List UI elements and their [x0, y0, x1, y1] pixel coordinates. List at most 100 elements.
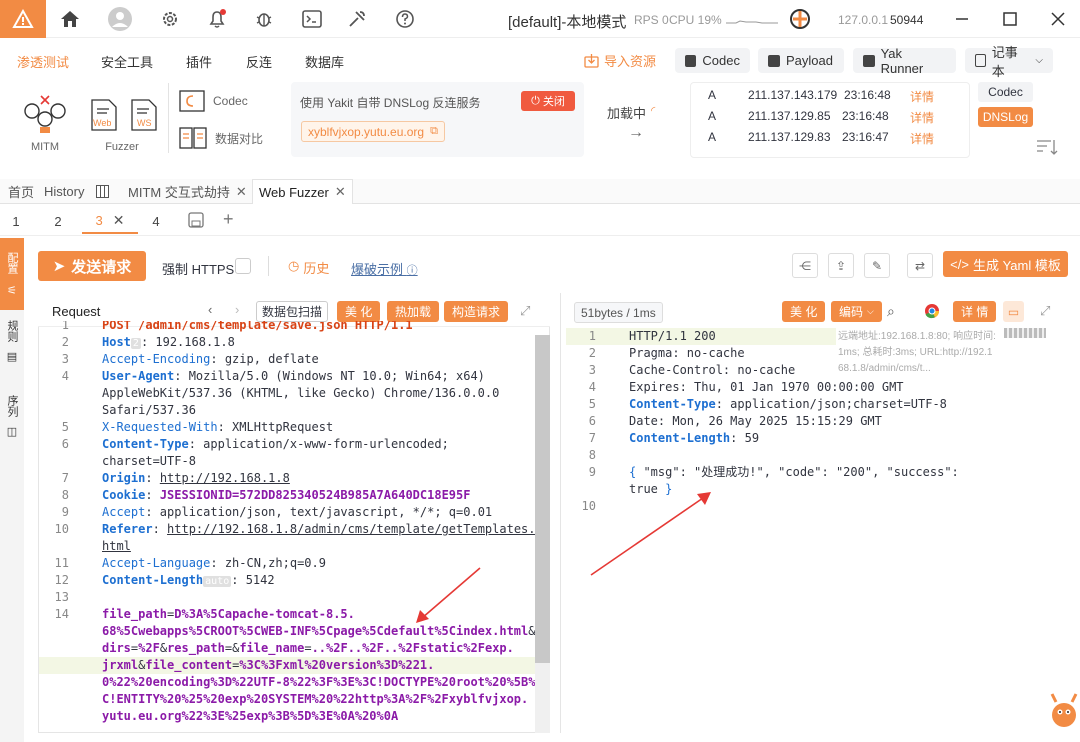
payload-button[interactable]: Payload — [758, 48, 844, 73]
response-beautify-button[interactable]: 美 化 — [782, 301, 826, 322]
tab-web-fuzzer[interactable]: Web Fuzzer ✕ — [252, 179, 353, 204]
sort-icon[interactable] — [1036, 138, 1058, 159]
subtab-2[interactable]: 2 — [46, 208, 70, 234]
swap-icon[interactable]: ⇄ — [907, 253, 933, 278]
export-icon[interactable]: ⇪ — [828, 253, 854, 278]
copy-icon[interactable]: ⧉ — [430, 125, 438, 138]
code-text: Accept: application/json, text/javascrip… — [102, 504, 492, 521]
save-icon[interactable] — [188, 212, 204, 231]
home-icon[interactable] — [58, 7, 82, 31]
codec-tool[interactable]: Codec — [179, 90, 248, 112]
close-window-icon[interactable] — [1046, 7, 1070, 31]
example-link[interactable]: 爆破示例 ⓘ — [351, 259, 418, 278]
request-editor[interactable]: 1 POST /admin/cms/template/save.json HTTP… — [39, 321, 535, 731]
codec-button[interactable]: Codec — [675, 48, 750, 73]
side-tab-codec[interactable]: Codec — [978, 82, 1033, 102]
share-icon[interactable]: ⋲ — [792, 253, 818, 278]
line-number — [39, 385, 69, 402]
chevron-right-icon[interactable]: › — [235, 302, 239, 317]
generate-yaml-button[interactable]: </> 生成 Yaml 模板 — [943, 251, 1068, 277]
dnslog-records: A 211.137.143.179 23:16:48 详情 A 211.137.… — [690, 82, 970, 158]
chrome-icon[interactable] — [924, 303, 940, 322]
menu-plugins[interactable]: 插件 — [186, 52, 212, 71]
code-token: charset=UTF-8 — [102, 454, 196, 468]
force-https-checkbox[interactable] — [235, 258, 251, 274]
code-token: auto — [203, 576, 232, 587]
help-icon[interactable] — [393, 7, 417, 31]
hot-load-button[interactable]: 热加载 — [387, 301, 440, 322]
import-resource-button[interactable]: 导入资源 — [584, 51, 656, 70]
tab-mitm[interactable]: MITM 交互式劫持 ✕ — [122, 179, 253, 204]
line-number: 13 — [54, 590, 69, 604]
packet-scan-button[interactable]: 数据包扫描 — [256, 301, 329, 322]
notebook-button[interactable]: 记事本 ⌵ — [965, 45, 1053, 79]
bug-icon[interactable] — [252, 7, 276, 31]
response-detail-button[interactable]: 详 情 — [953, 301, 997, 322]
layers-icon: ◫ — [6, 426, 18, 438]
tab-home[interactable]: 首页 — [2, 179, 40, 204]
subtab-1[interactable]: 1 — [4, 208, 28, 234]
close-icon[interactable]: ✕ — [236, 184, 247, 200]
terminal-icon[interactable] — [300, 7, 324, 31]
dnslog-domain[interactable]: xyblfvjxop.yutu.eu.org ⧉ — [301, 121, 445, 142]
request-scrollbar[interactable] — [535, 335, 550, 733]
web-fuzzer-tool[interactable]: Web — [89, 99, 119, 131]
record-detail-link[interactable]: 详情 — [910, 109, 934, 126]
code-token: = — [304, 641, 312, 655]
menu-database[interactable]: 数据库 — [305, 52, 344, 71]
add-tab-icon[interactable]: + — [223, 209, 234, 230]
compare-tool[interactable]: 数据对比 — [179, 127, 263, 149]
subtab-3[interactable]: 3 ✕ — [82, 208, 138, 234]
chevron-left-icon[interactable]: ‹ — [208, 302, 212, 317]
dnslog-close-label: 关闭 — [542, 96, 565, 108]
minimize-icon[interactable] — [950, 7, 974, 31]
line-number — [39, 402, 69, 419]
menu-pentest[interactable]: 渗透测试 — [17, 52, 69, 71]
avatar[interactable] — [108, 7, 132, 31]
code-token: %2F — [138, 641, 160, 655]
yakit-logo[interactable] — [0, 0, 46, 38]
yak-runner-button[interactable]: Yak Runner — [853, 46, 956, 76]
comment-icon[interactable]: ▭ — [1003, 301, 1024, 322]
build-request-button[interactable]: 构造请求 — [444, 301, 509, 322]
fullscreen-icon[interactable]: ⤢ — [520, 303, 530, 319]
ws-fuzzer-tool[interactable]: WS — [129, 99, 159, 131]
close-icon[interactable]: ✕ — [335, 184, 346, 200]
menu-reverse[interactable]: 反连 — [246, 52, 272, 71]
code-line: Safari/537.36 — [39, 402, 535, 419]
code-token: Pragma: no-cache — [629, 346, 745, 360]
record-ip: 211.137.129.85 — [748, 109, 831, 123]
record-detail-link[interactable]: 详情 — [910, 130, 934, 147]
subtab-4[interactable]: 4 — [144, 208, 168, 234]
sidebar-sequence[interactable]: 序列 ◫ — [0, 395, 24, 455]
side-tab-dnslog[interactable]: DNSLog — [978, 107, 1033, 127]
code-token: Accept — [102, 505, 146, 519]
edit-icon[interactable]: ✎ — [864, 253, 890, 278]
send-request-button[interactable]: ➤ 发送请求 — [38, 251, 146, 281]
sidebar-rules[interactable]: 规则 ▤ — [0, 320, 24, 380]
yak-icon[interactable] — [788, 7, 812, 31]
close-icon[interactable]: ✕ — [113, 212, 125, 229]
request-beautify-button[interactable]: 美 化 — [337, 301, 381, 322]
mascot-icon[interactable] — [1048, 690, 1080, 733]
record-detail-link[interactable]: 详情 — [910, 88, 934, 105]
mitm-tool[interactable] — [22, 93, 68, 135]
line-number: 14 — [54, 607, 69, 621]
code-text: Host 2: 192.168.1.8 — [102, 334, 235, 351]
maximize-icon[interactable] — [998, 7, 1022, 31]
settings-icon[interactable] — [158, 7, 182, 31]
tab-history[interactable]: History — [38, 179, 90, 204]
dnslog-close-button[interactable]: ⏻ 关闭 — [521, 91, 575, 111]
code-text: jrxml&file_content=%3C%3Fxml%20version%3… — [102, 657, 434, 674]
search-icon[interactable]: ⌕ — [887, 303, 895, 320]
tab-table-icon[interactable] — [90, 179, 115, 204]
dnslog-record-row: A 211.137.129.83 23:16:47 详情 — [691, 130, 969, 150]
bell-icon[interactable] — [205, 7, 229, 31]
menu-security-tools[interactable]: 安全工具 — [101, 52, 153, 71]
fullscreen-icon[interactable]: ⤢ — [1040, 303, 1050, 319]
encode-dropdown[interactable]: 编码 ⌵ — [831, 301, 882, 322]
sidebar-config[interactable]: 配置 ⚟ — [0, 238, 24, 310]
code-line: 6 Content-Type: application/x-www-form-ur… — [39, 436, 535, 453]
history-button[interactable]: ◷ 历史 — [288, 258, 329, 277]
tools-icon[interactable] — [345, 7, 369, 31]
